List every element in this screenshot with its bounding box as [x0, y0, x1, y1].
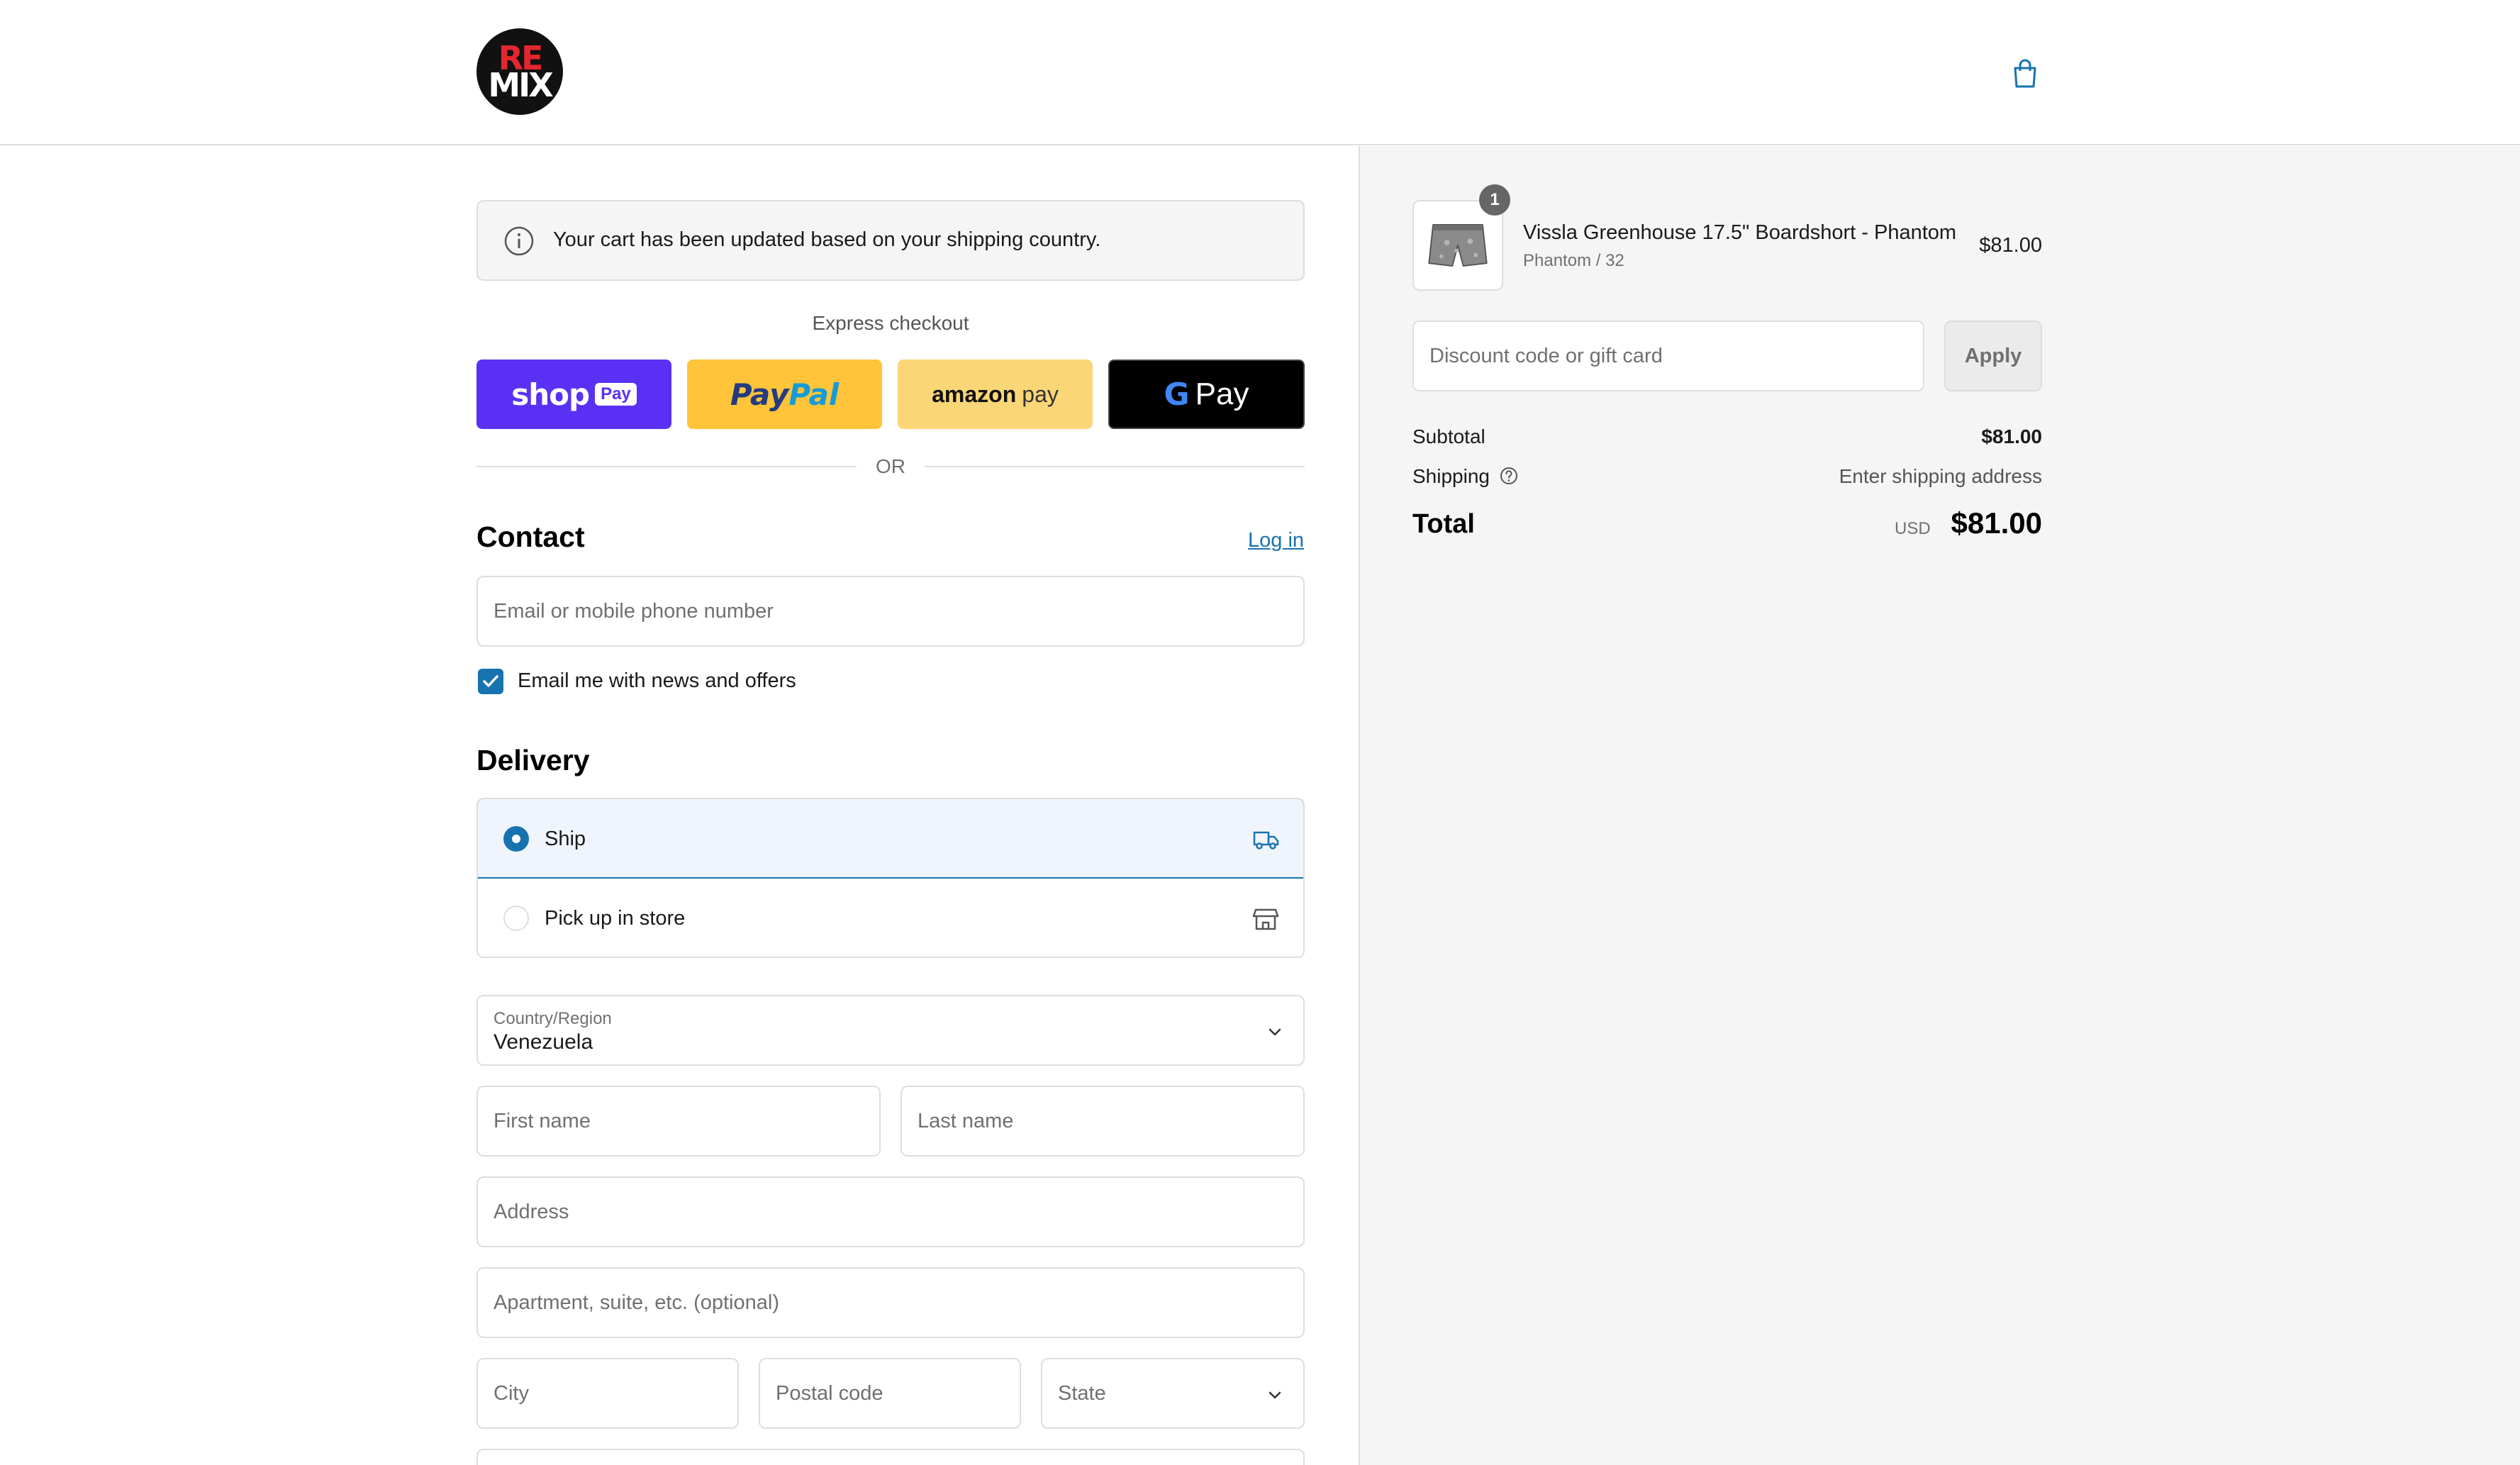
info-icon [504, 226, 534, 256]
email-placeholder: Email or mobile phone number [494, 600, 774, 623]
first-name-field[interactable]: First name [476, 1086, 881, 1157]
remix-logo[interactable]: RE MIX [476, 28, 563, 115]
state-select[interactable]: State [1041, 1358, 1305, 1429]
contact-title: Contact [476, 520, 585, 553]
postal-code-field[interactable]: Postal code [759, 1358, 1021, 1429]
paypal-word-pay: Pay [730, 377, 789, 412]
currency-code: USD [1895, 519, 1931, 538]
next-field[interactable] [476, 1449, 1305, 1465]
address-field[interactable]: Address [476, 1176, 1305, 1247]
total-label: Total [1412, 509, 1475, 539]
truck-icon [1253, 831, 1279, 850]
city-field[interactable]: City [476, 1358, 739, 1429]
login-link[interactable]: Log in [1248, 529, 1304, 552]
notice-text: Your cart has been updated based on your… [553, 228, 1101, 251]
shop-pay-chip: Pay [595, 383, 637, 406]
last-name-placeholder: Last name [918, 1110, 1014, 1132]
country-select[interactable]: Country/Region Venezuela [476, 995, 1305, 1066]
newsletter-label: Email me with news and offers [518, 669, 796, 692]
email-field[interactable]: Email or mobile phone number [476, 576, 1305, 647]
shop-pay-button[interactable]: shop Pay [476, 360, 671, 429]
newsletter-checkbox[interactable] [478, 669, 503, 694]
paypal-button[interactable]: Pay Pal [687, 360, 882, 429]
quantity-badge: 1 [1479, 184, 1510, 216]
amazon-pay-button[interactable]: amazon pay [898, 360, 1093, 429]
google-pay-button[interactable]: G Pay [1108, 360, 1305, 429]
delivery-option-ship[interactable]: Ship [478, 799, 1303, 879]
apply-button[interactable]: Apply [1944, 321, 2042, 391]
product-name: Vissla Greenhouse 17.5" Boardshort - Pha… [1523, 221, 1957, 244]
header: RE MIX [0, 0, 2520, 145]
subtotal-label: Subtotal [1412, 425, 1485, 447]
or-divider-left [476, 466, 857, 467]
help-icon[interactable] [1499, 466, 1519, 486]
shipping-label: Shipping [1412, 465, 1490, 487]
apartment-placeholder: Apartment, suite, etc. (optional) [494, 1291, 779, 1314]
total-value: $81.00 [1951, 506, 2042, 540]
store-icon [1252, 908, 1279, 930]
postal-code-placeholder: Postal code [776, 1382, 883, 1405]
cart-updated-notice: Your cart has been updated based on your… [476, 200, 1305, 281]
discount-code-input[interactable]: Discount code or gift card [1412, 321, 1924, 391]
paypal-word-pal: Pal [788, 377, 840, 412]
checkmark-icon [483, 675, 498, 687]
or-divider-text: OR [876, 455, 905, 477]
state-placeholder: State [1058, 1382, 1106, 1405]
logo-text-bottom: MIX [488, 66, 553, 104]
subtotal-value: $81.00 [1981, 425, 2042, 447]
delivery-option-pickup[interactable]: Pick up in store [478, 879, 1303, 957]
product-variant: Phantom / 32 [1523, 251, 1624, 270]
discount-placeholder: Discount code or gift card [1429, 345, 1663, 367]
ship-radio[interactable] [503, 826, 529, 852]
pickup-radio[interactable] [503, 906, 529, 931]
chevron-down-icon [1269, 1028, 1281, 1036]
shipping-value: Enter shipping address [1839, 465, 2042, 487]
address-placeholder: Address [494, 1201, 569, 1223]
amazon-pay-word: pay [1022, 381, 1059, 407]
country-label: Country/Region [494, 1009, 612, 1028]
express-checkout-label: Express checkout [812, 312, 969, 334]
or-divider-right [925, 466, 1305, 467]
chevron-down-icon [1269, 1391, 1281, 1399]
google-pay-word: Pay [1195, 377, 1249, 411]
country-value: Venezuela [494, 1030, 593, 1054]
first-name-placeholder: First name [494, 1110, 591, 1132]
shopping-bag-icon[interactable] [2011, 58, 2039, 89]
pickup-label: Pick up in store [545, 907, 686, 930]
amazon-word: amazon [932, 381, 1017, 407]
delivery-method-group: Ship Pick up in store [476, 798, 1305, 958]
shop-pay-word: shop [511, 377, 590, 412]
city-placeholder: City [494, 1382, 529, 1405]
google-g-icon: G [1164, 376, 1190, 413]
last-name-field[interactable]: Last name [901, 1086, 1305, 1157]
apartment-field[interactable]: Apartment, suite, etc. (optional) [476, 1267, 1305, 1338]
ship-label: Ship [545, 828, 586, 850]
delivery-title: Delivery [476, 744, 590, 776]
product-price: $81.00 [1979, 234, 2042, 257]
